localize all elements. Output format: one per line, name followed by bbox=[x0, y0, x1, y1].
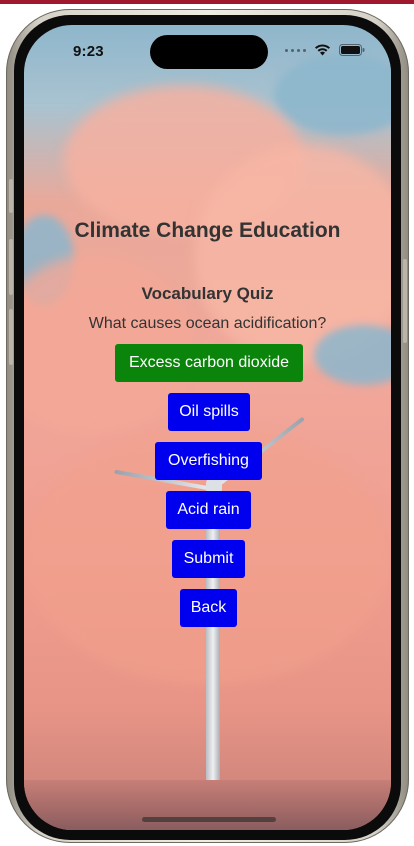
submit-button[interactable]: Submit bbox=[172, 540, 245, 578]
page-title: Climate Change Education bbox=[74, 219, 341, 242]
dynamic-island bbox=[150, 35, 268, 69]
status-icons bbox=[285, 44, 365, 56]
option-excess-carbon-dioxide-button[interactable]: Excess carbon dioxide bbox=[115, 344, 303, 382]
quiz-title: Vocabulary Quiz bbox=[141, 284, 274, 303]
wind-turbine-tower bbox=[206, 490, 220, 790]
battery-icon bbox=[339, 44, 365, 56]
browser-top-bar bbox=[0, 0, 414, 4]
cellular-dots-icon bbox=[285, 48, 306, 52]
action-button bbox=[9, 179, 13, 213]
back-button[interactable]: Back bbox=[180, 589, 237, 627]
app-screen: 9:23 Climate Change Education Vocabulary… bbox=[24, 25, 391, 830]
volume-down-button bbox=[9, 309, 13, 365]
home-indicator[interactable] bbox=[142, 817, 276, 822]
option-acid-rain-button[interactable]: Acid rain bbox=[166, 491, 251, 529]
option-oil-spills-button[interactable]: Oil spills bbox=[168, 393, 250, 431]
option-overfishing-button[interactable]: Overfishing bbox=[155, 442, 262, 480]
background-ground bbox=[24, 780, 391, 830]
status-bar: 9:23 bbox=[24, 25, 391, 77]
wifi-icon bbox=[315, 44, 330, 56]
power-button bbox=[403, 259, 407, 343]
quiz-question: What causes ocean acidification? bbox=[88, 315, 327, 332]
status-time: 9:23 bbox=[73, 43, 104, 60]
volume-up-button bbox=[9, 239, 13, 295]
